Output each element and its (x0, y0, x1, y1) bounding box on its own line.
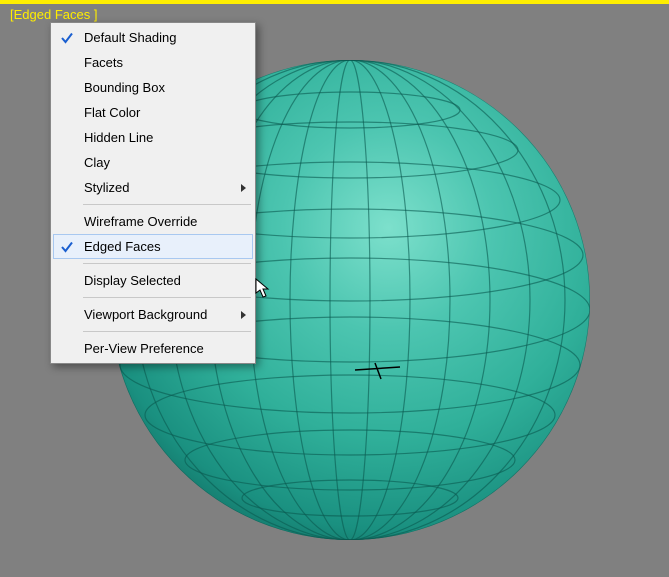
menu-item-bounding-box[interactable]: Bounding Box (53, 75, 253, 100)
bracket-close: ] (90, 7, 97, 22)
menu-label: Display Selected (80, 273, 234, 288)
title-bar-highlight (0, 0, 669, 4)
check-icon (54, 31, 80, 45)
menu-label: Wireframe Override (80, 214, 234, 229)
menu-item-per-view-preference[interactable]: Per-View Preference (53, 336, 253, 361)
menu-label: Flat Color (80, 105, 234, 120)
menu-label: Per-View Preference (80, 341, 234, 356)
transform-gizmo[interactable] (345, 355, 415, 385)
menu-label: Default Shading (80, 30, 234, 45)
menu-label: Edged Faces (80, 239, 234, 254)
menu-label: Viewport Background (80, 307, 234, 322)
menu-item-clay[interactable]: Clay (53, 150, 253, 175)
menu-item-display-selected[interactable]: Display Selected (53, 268, 253, 293)
menu-label: Hidden Line (80, 130, 234, 145)
menu-item-flat-color[interactable]: Flat Color (53, 100, 253, 125)
menu-separator (83, 204, 251, 205)
menu-item-viewport-background[interactable]: Viewport Background (53, 302, 253, 327)
menu-separator (83, 263, 251, 264)
submenu-arrow-icon (241, 184, 246, 192)
menu-item-edged-faces[interactable]: Edged Faces (53, 234, 253, 259)
menu-item-wireframe-override[interactable]: Wireframe Override (53, 209, 253, 234)
menu-item-default-shading[interactable]: Default Shading (53, 25, 253, 50)
menu-label: Stylized (80, 180, 234, 195)
menu-item-stylized[interactable]: Stylized (53, 175, 253, 200)
submenu-arrow-icon (241, 311, 246, 319)
check-icon (54, 240, 80, 254)
menu-label: Facets (80, 55, 234, 70)
viewport-shading-label[interactable]: [Edged Faces ] (10, 7, 97, 22)
shading-context-menu: Default Shading Facets Bounding Box Flat… (50, 22, 256, 364)
menu-label: Bounding Box (80, 80, 234, 95)
menu-separator (83, 297, 251, 298)
viewport-mode-text: Edged Faces (14, 7, 91, 22)
menu-separator (83, 331, 251, 332)
menu-item-hidden-line[interactable]: Hidden Line (53, 125, 253, 150)
menu-label: Clay (80, 155, 234, 170)
menu-item-facets[interactable]: Facets (53, 50, 253, 75)
